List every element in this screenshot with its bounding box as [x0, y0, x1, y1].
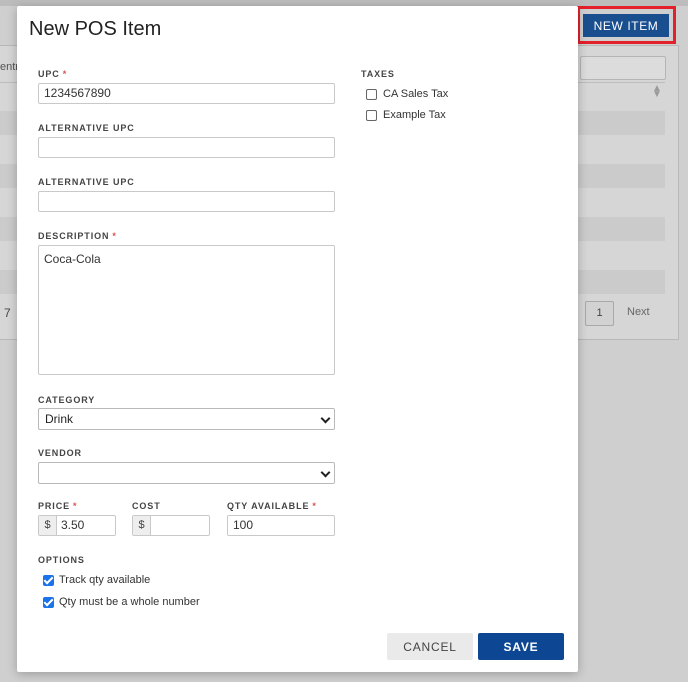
qty-available-label: QTY AVAILABLE *: [227, 501, 317, 511]
chevron-down-icon: [320, 413, 331, 424]
required-mark: *: [312, 501, 317, 511]
required-mark: *: [112, 231, 117, 241]
chevron-down-icon: [320, 467, 331, 478]
alt-upc-label-1: ALTERNATIVE UPC: [38, 123, 135, 133]
vendor-select[interactable]: [38, 462, 335, 484]
ca-sales-tax-label: CA Sales Tax: [383, 88, 449, 100]
cancel-button[interactable]: CANCEL: [387, 633, 473, 660]
checkbox-empty-icon[interactable]: [366, 109, 377, 121]
alt-upc-input-1[interactable]: [38, 137, 335, 158]
price-label-text: PRICE: [38, 501, 71, 511]
alt-upc-input-2[interactable]: [38, 191, 335, 212]
ca-sales-tax-checkbox-row[interactable]: CA Sales Tax: [366, 88, 448, 100]
price-label: PRICE *: [38, 501, 77, 511]
description-label-text: DESCRIPTION: [38, 231, 110, 241]
new-pos-item-modal: New POS Item UPC * 1234567890 ALTERNATIVE…: [17, 6, 578, 672]
upc-label: UPC *: [38, 69, 67, 79]
track-qty-label: Track qty available: [59, 574, 151, 586]
qty-available-input[interactable]: 100: [227, 515, 335, 536]
track-qty-checkbox-row[interactable]: Track qty available: [43, 574, 150, 586]
description-label: DESCRIPTION *: [38, 231, 117, 241]
whole-number-label: Qty must be a whole number: [59, 596, 200, 608]
example-tax-label: Example Tax: [383, 109, 446, 121]
checkbox-empty-icon[interactable]: [366, 88, 377, 100]
new-item-button[interactable]: NEW ITEM: [583, 14, 669, 37]
required-mark: *: [62, 69, 68, 79]
whole-number-checkbox-row[interactable]: Qty must be a whole number: [43, 596, 200, 608]
description-textarea[interactable]: Coca-Cola: [38, 245, 335, 375]
modal-title: New POS Item: [29, 18, 162, 40]
alt-upc-label-2: ALTERNATIVE UPC: [38, 177, 135, 187]
qty-label-text: QTY AVAILABLE: [227, 501, 310, 511]
cost-label: COST: [132, 501, 161, 511]
currency-prefix: $: [39, 516, 57, 535]
options-label: OPTIONS: [38, 555, 85, 565]
sort-icon[interactable]: ▲ ▼: [652, 84, 662, 100]
upc-input[interactable]: 1234567890: [38, 83, 335, 104]
category-selected-value: Drink: [45, 412, 74, 426]
upc-label-text: UPC: [38, 69, 60, 79]
price-value: 3.50: [61, 518, 85, 532]
next-page-link[interactable]: Next: [627, 306, 650, 318]
category-select[interactable]: Drink: [38, 408, 335, 430]
checkbox-checked-icon[interactable]: [43, 574, 54, 586]
example-tax-checkbox-row[interactable]: Example Tax: [366, 109, 446, 121]
taxes-label: TAXES: [361, 69, 395, 79]
price-input[interactable]: $ 3.50: [38, 515, 116, 536]
checkbox-checked-icon[interactable]: [43, 596, 54, 608]
table-search-input[interactable]: [580, 56, 666, 80]
cost-input[interactable]: $: [132, 515, 210, 536]
currency-prefix: $: [133, 516, 151, 535]
page-button-1[interactable]: 1: [585, 301, 614, 326]
save-button[interactable]: SAVE: [478, 633, 564, 660]
pagination-info: 7: [4, 306, 11, 320]
required-mark: *: [73, 501, 78, 511]
vendor-label: VENDOR: [38, 448, 82, 458]
category-label: CATEGORY: [38, 395, 96, 405]
